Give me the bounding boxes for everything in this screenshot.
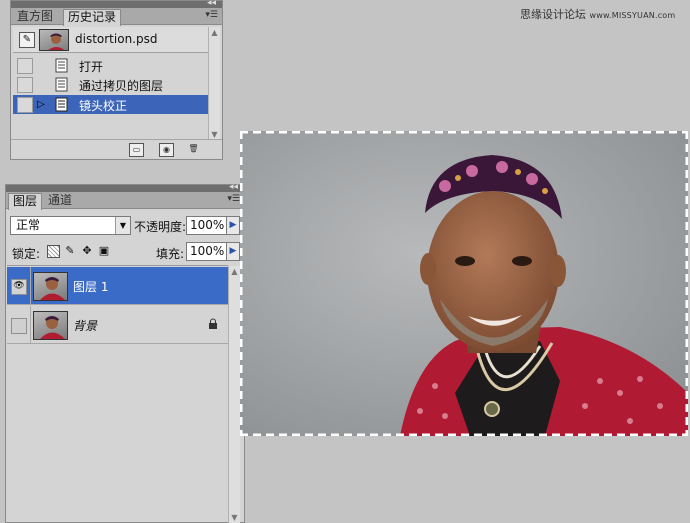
divider xyxy=(30,306,31,344)
layer-row-background[interactable]: 背景 xyxy=(7,306,228,344)
history-state-icon xyxy=(55,58,69,73)
lock-icon xyxy=(208,318,218,329)
layer-thumbnail xyxy=(33,311,68,340)
visibility-toggle[interactable] xyxy=(11,318,27,334)
chevron-down-icon[interactable]: ▼ xyxy=(115,217,130,234)
history-item[interactable]: 通过拷贝的图层 xyxy=(13,75,216,94)
divider xyxy=(7,265,228,266)
history-item-selected[interactable]: ▷ 镜头校正 xyxy=(13,95,216,114)
history-state-icon xyxy=(55,97,69,112)
snapshot-name: distortion.psd xyxy=(75,32,158,46)
history-brush-checkbox[interactable] xyxy=(17,97,33,113)
history-snapshot[interactable]: ✎ distortion.psd xyxy=(13,27,209,53)
history-item-label: 打开 xyxy=(79,60,104,74)
snapshot-thumbnail xyxy=(39,29,69,51)
watermark: 思缘设计论坛 www.MISSYUAN.com xyxy=(520,6,675,22)
layers-scrollbar[interactable]: ▲ ▼ xyxy=(228,266,240,523)
trash-icon[interactable]: 🗑 xyxy=(187,143,200,155)
new-document-icon[interactable]: ▭ xyxy=(129,143,144,157)
collapse-icon[interactable]: ◂◂ xyxy=(229,182,238,192)
layer-name[interactable]: 背景 xyxy=(73,317,97,334)
divider xyxy=(30,267,31,305)
lock-all-icon[interactable]: ▣ xyxy=(98,245,110,257)
history-state-slider-icon[interactable]: ▷ xyxy=(37,99,45,110)
layers-panel: ◂◂ 图层 通道 ▾☰ 正常 ▼ 不透明度: 100% ▶ 锁定: ✎ ✥ ▣ … xyxy=(5,182,245,523)
fill-input[interactable]: 100% xyxy=(186,242,227,261)
lock-label: 锁定: xyxy=(12,247,41,261)
scroll-up-icon[interactable]: ▲ xyxy=(229,266,240,277)
camera-icon[interactable]: ◉ xyxy=(159,143,174,157)
layer-row-layer1[interactable]: 👁 图层 1 xyxy=(7,267,228,305)
marquee-selection[interactable] xyxy=(240,131,688,436)
history-brush-checkbox[interactable] xyxy=(17,58,33,74)
history-scrollbar[interactable]: ▲ ▼ xyxy=(208,27,220,140)
history-tabbar: 直方图 历史记录 ▾☰ xyxy=(11,8,222,26)
fill-label: 填充: xyxy=(156,247,185,261)
watermark-url: www.MISSYUAN.com xyxy=(589,11,676,20)
layer-thumbnail xyxy=(33,272,68,301)
panel-menu-icon[interactable]: ▾☰ xyxy=(227,194,240,204)
collapse-icon[interactable]: ◂◂ xyxy=(207,0,216,8)
panel-titlebar[interactable]: ◂◂ xyxy=(6,182,244,192)
layer-name[interactable]: 图层 1 xyxy=(73,278,108,295)
lock-brush-icon[interactable]: ✎ xyxy=(64,245,76,257)
panel-menu-icon[interactable]: ▾☰ xyxy=(205,10,218,20)
lock-transparent-icon[interactable] xyxy=(47,245,60,258)
tab-channels[interactable]: 通道 xyxy=(44,193,76,209)
history-state-icon xyxy=(55,77,69,92)
scroll-down-icon[interactable]: ▼ xyxy=(229,512,240,523)
visibility-eye-icon[interactable]: 👁 xyxy=(11,279,27,295)
opacity-slider-button[interactable]: ▶ xyxy=(226,216,240,235)
scroll-up-icon[interactable]: ▲ xyxy=(209,27,220,38)
opacity-input[interactable]: 100% xyxy=(186,216,227,235)
tab-layers[interactable]: 图层 xyxy=(8,193,43,210)
fill-slider-button[interactable]: ▶ xyxy=(226,242,240,261)
opacity-label: 不透明度: xyxy=(134,220,187,234)
history-item-label: 镜头校正 xyxy=(79,99,128,113)
history-item-label: 通过拷贝的图层 xyxy=(79,79,164,93)
history-brush-source-icon[interactable]: ✎ xyxy=(19,32,35,48)
blend-mode-value: 正常 xyxy=(16,218,41,232)
lock-position-icon[interactable]: ✥ xyxy=(81,245,93,257)
tab-history[interactable]: 历史记录 xyxy=(63,9,122,26)
history-panel: ◂◂ 直方图 历史记录 ▾☰ ✎ distortion.psd 打开 通过拷贝的… xyxy=(10,0,223,160)
history-brush-checkbox[interactable] xyxy=(17,77,33,93)
watermark-cn: 思缘设计论坛 xyxy=(520,8,586,21)
history-item[interactable]: 打开 xyxy=(13,56,216,75)
layers-tabbar: 图层 通道 ▾☰ xyxy=(6,192,244,210)
panel-titlebar[interactable]: ◂◂ xyxy=(11,0,222,8)
blend-mode-select[interactable]: 正常 ▼ xyxy=(10,216,131,235)
history-footer: ▭ ◉ 🗑 xyxy=(11,139,222,159)
canvas-image[interactable] xyxy=(240,131,688,436)
tab-histogram[interactable]: 直方图 xyxy=(13,9,57,25)
layers-list-empty xyxy=(7,349,228,522)
